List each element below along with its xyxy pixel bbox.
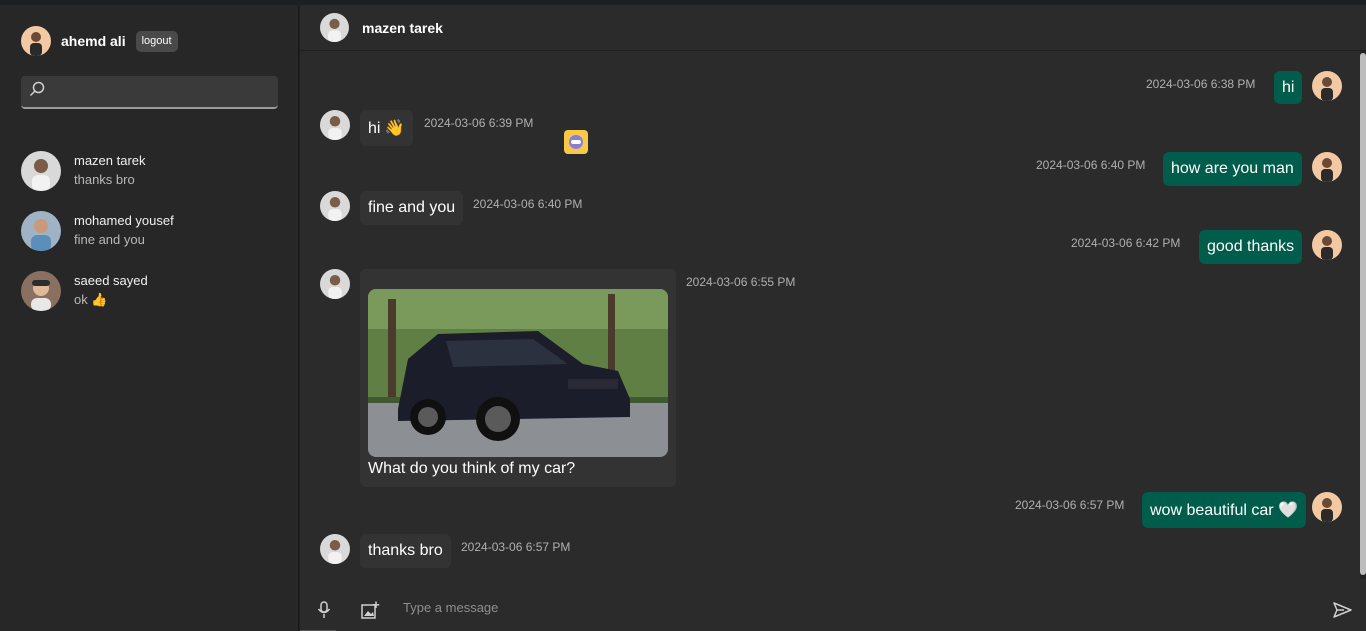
avatar [320, 534, 350, 564]
message-bubble-outgoing: good thanks [1199, 230, 1303, 264]
contact-item-mazen-tarek[interactable]: mazen tarek thanks bro [21, 141, 281, 201]
scrollbar[interactable] [1360, 51, 1366, 579]
message-bubble-incoming: thanks bro [360, 534, 451, 568]
contact-item-saeed-sayed[interactable]: saeed sayed ok 👍 [21, 261, 281, 321]
image-caption: What do you think of my car? [368, 460, 576, 477]
logout-button[interactable]: logout [135, 30, 178, 52]
avatar [320, 110, 350, 140]
contact-name: saeed sayed [74, 273, 148, 288]
chat-contact-name: mazen tarek [362, 19, 443, 36]
chat-header: mazen tarek [300, 5, 1366, 51]
avatar[interactable] [21, 26, 51, 56]
search-box[interactable] [21, 76, 278, 109]
message-timestamp: 2024-03-06 6:55 PM [686, 275, 796, 289]
contact-name: mohamed yousef [74, 213, 174, 228]
avatar [1312, 230, 1342, 260]
send-icon[interactable] [1332, 601, 1352, 619]
emoji-icon[interactable] [564, 130, 588, 154]
message-timestamp: 2024-03-06 6:40 PM [1036, 158, 1146, 172]
message-timestamp: 2024-03-06 6:38 PM [1146, 77, 1256, 91]
contact-name: mazen tarek [74, 153, 146, 168]
message-bubble-outgoing: hi [1274, 71, 1303, 104]
message-input[interactable] [403, 600, 1203, 615]
chat-panel: mazen tarek 2024-03-06 6:38 PM hi hi 👋 2… [300, 5, 1366, 631]
message-bubble-image: What do you think of my car? [360, 269, 676, 487]
sidebar: ahemd ali logout mazen tarek thanks bro … [0, 5, 299, 631]
contact-item-mohamed-yousef[interactable]: mohamed yousef fine and you [21, 201, 281, 261]
avatar [1312, 492, 1342, 522]
add-image-icon[interactable] [360, 601, 380, 619]
current-user: ahemd ali logout [21, 26, 178, 56]
search-input[interactable] [53, 84, 263, 99]
user-name: ahemd ali [61, 33, 126, 49]
message-timestamp: 2024-03-06 6:39 PM [424, 116, 534, 130]
scrollbar-thumb[interactable] [1360, 53, 1366, 575]
message-bubble-incoming: fine and you [360, 191, 464, 225]
contact-list: mazen tarek thanks bro mohamed yousef fi… [21, 141, 281, 321]
message-composer [300, 589, 1366, 631]
message-timestamp: 2024-03-06 6:57 PM [461, 540, 571, 554]
contact-last-message: fine and you [74, 232, 145, 247]
search-icon [29, 81, 45, 102]
car-image[interactable] [368, 289, 668, 457]
message-bubble-incoming: hi 👋 [360, 110, 413, 146]
avatar [1312, 152, 1342, 182]
avatar[interactable] [320, 13, 349, 42]
mic-icon[interactable] [316, 601, 332, 619]
contact-last-message: ok 👍 [74, 292, 108, 307]
message-bubble-outgoing: wow beautiful car 🤍 [1142, 492, 1306, 528]
avatar [21, 271, 61, 311]
message-timestamp: 2024-03-06 6:57 PM [1015, 498, 1125, 512]
avatar [1312, 71, 1342, 101]
message-timestamp: 2024-03-06 6:42 PM [1071, 236, 1181, 250]
avatar [320, 191, 350, 221]
message-bubble-outgoing: how are you man [1163, 152, 1302, 186]
message-timestamp: 2024-03-06 6:40 PM [473, 197, 583, 211]
avatar [21, 151, 61, 191]
contact-last-message: thanks bro [74, 172, 135, 187]
avatar [21, 211, 61, 251]
avatar [320, 269, 350, 299]
